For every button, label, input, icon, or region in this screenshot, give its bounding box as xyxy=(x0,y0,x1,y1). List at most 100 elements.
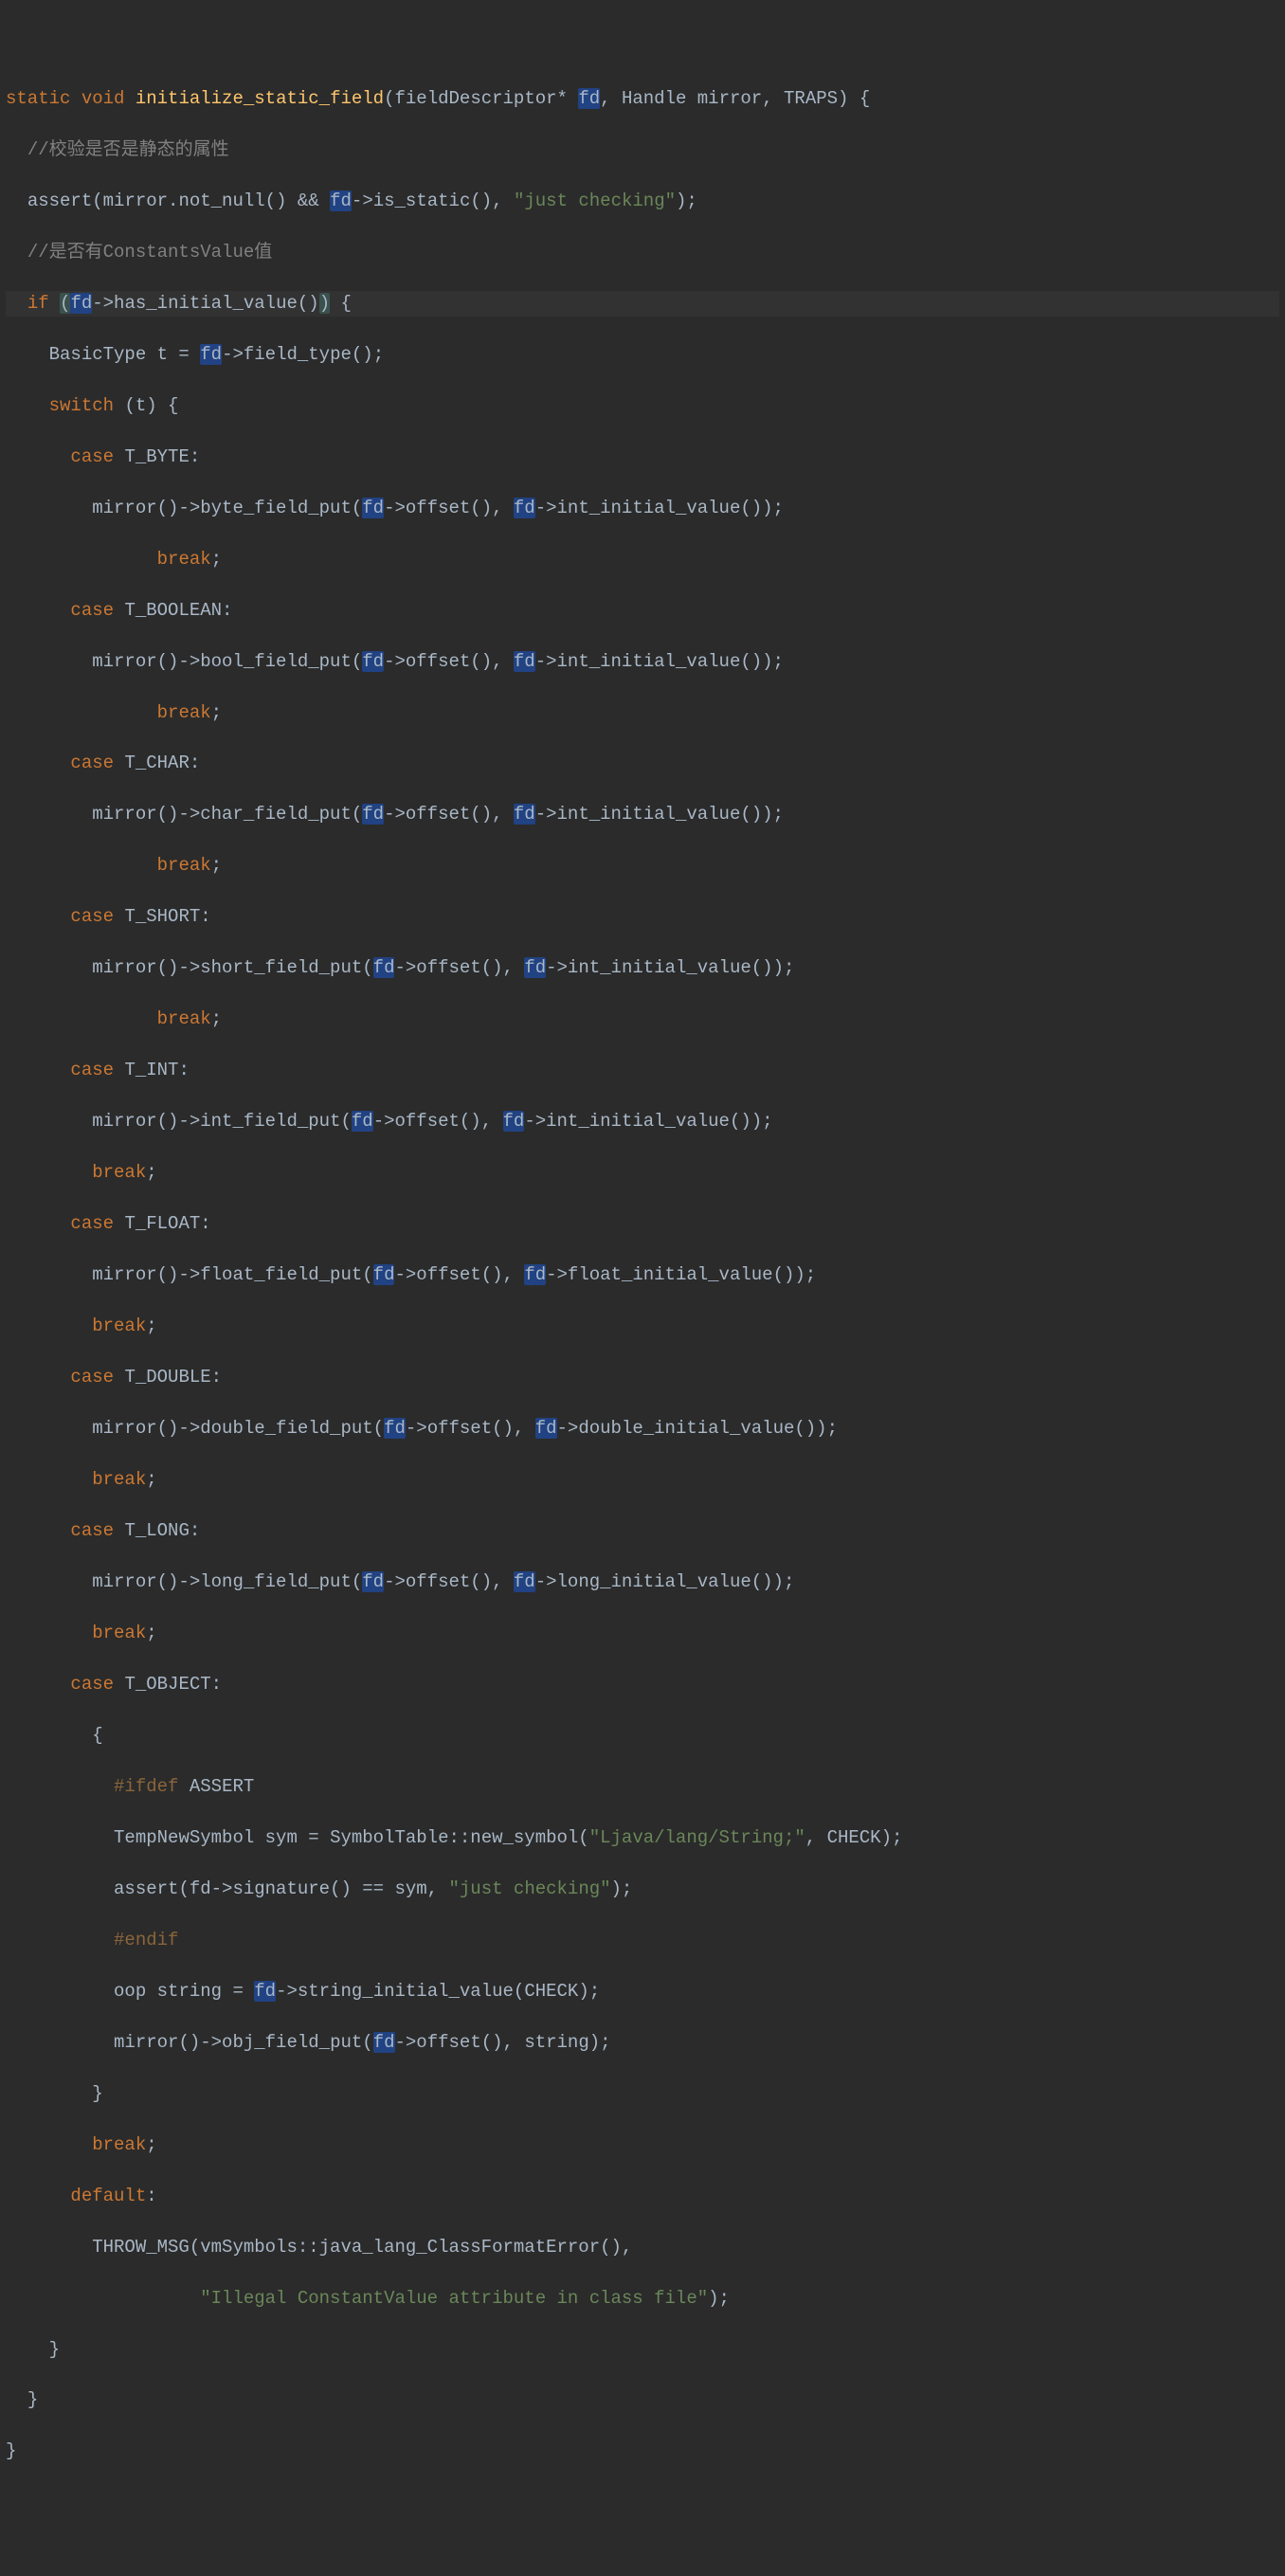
code-line: //是否有ConstantsValue值 xyxy=(6,240,1279,265)
code-line: { xyxy=(6,1723,1279,1749)
preprocessor-endif: #endif xyxy=(114,1930,178,1950)
code-line: } xyxy=(6,2337,1279,2363)
keyword-switch: switch xyxy=(49,395,114,416)
code-line: mirror()->long_field_put(fd->offset(), f… xyxy=(6,1569,1279,1595)
preprocessor-ifdef: #ifdef xyxy=(114,1776,178,1797)
fd-highlight: fd xyxy=(362,804,384,825)
fd-highlight: fd xyxy=(535,1418,557,1439)
string-literal: "just checking" xyxy=(449,1878,611,1899)
code-line: } xyxy=(6,2439,1279,2464)
fd-highlight: fd xyxy=(524,957,546,978)
keyword-break: break xyxy=(92,2134,146,2155)
fd-highlight: fd xyxy=(384,1418,406,1439)
code-line: mirror()->byte_field_put(fd->offset(), f… xyxy=(6,496,1279,521)
code-line: case T_BOOLEAN: xyxy=(6,598,1279,624)
code-line: case T_BYTE: xyxy=(6,444,1279,470)
code-line: break; xyxy=(6,853,1279,879)
code-line: switch (t) { xyxy=(6,393,1279,419)
keyword-case: case xyxy=(70,446,114,467)
code-line: case T_FLOAT: xyxy=(6,1211,1279,1237)
code-line: //校验是否是静态的属性 xyxy=(6,137,1279,163)
code-line: mirror()->short_field_put(fd->offset(), … xyxy=(6,955,1279,981)
function-name: initialize_static_field xyxy=(136,88,384,109)
keyword-case: case xyxy=(70,753,114,773)
code-line: mirror()->int_field_put(fd->offset(), fd… xyxy=(6,1109,1279,1134)
string-literal: "Illegal ConstantValue attribute in clas… xyxy=(200,2288,708,2309)
fd-highlight: fd xyxy=(373,1264,395,1285)
code-line: case T_CHAR: xyxy=(6,751,1279,776)
code-line: case T_DOUBLE: xyxy=(6,1365,1279,1390)
fd-highlight: fd xyxy=(254,1981,276,2002)
code-line: #ifdef ASSERT xyxy=(6,1774,1279,1800)
code-line-cursor: if (fd->has_initial_value()) { xyxy=(6,291,1279,317)
comment: //是否有ConstantsValue值 xyxy=(27,242,272,263)
paren-highlight-icon: ) xyxy=(319,293,330,314)
keyword-break: break xyxy=(157,549,211,570)
string-literal: "just checking" xyxy=(514,190,676,211)
code-line: BasicType t = fd->field_type(); xyxy=(6,342,1279,368)
fd-highlight: fd xyxy=(524,1264,546,1285)
fd-highlight: fd xyxy=(514,804,535,825)
comment: //校验是否是静态的属性 xyxy=(27,139,229,160)
fd-highlight: fd xyxy=(362,1571,384,1592)
code-line: assert(mirror.not_null() && fd->is_stati… xyxy=(6,189,1279,214)
keyword-static: static xyxy=(6,88,70,109)
code-line: break; xyxy=(6,1467,1279,1493)
code-line: case T_OBJECT: xyxy=(6,1672,1279,1697)
code-line: } xyxy=(6,2387,1279,2413)
code-line: TempNewSymbol sym = SymbolTable::new_sym… xyxy=(6,1825,1279,1851)
code-line: break; xyxy=(6,700,1279,726)
fd-highlight: fd xyxy=(373,957,395,978)
fd-highlight: fd xyxy=(70,293,92,314)
keyword-break: break xyxy=(157,855,211,876)
code-line: break; xyxy=(6,1007,1279,1032)
code-line: default: xyxy=(6,2184,1279,2209)
fd-highlight: fd xyxy=(503,1111,525,1132)
code-line: #endif xyxy=(6,1928,1279,1953)
code-line: break; xyxy=(6,1621,1279,1646)
code-line: break; xyxy=(6,547,1279,572)
keyword-break: break xyxy=(92,1623,146,1643)
keyword-case: case xyxy=(70,1060,114,1080)
keyword-if: if xyxy=(27,293,49,314)
code-line: assert(fd->signature() == sym, "just che… xyxy=(6,1877,1279,1902)
keyword-case: case xyxy=(70,1367,114,1388)
paren-highlight-icon: ( xyxy=(60,293,70,314)
code-line: static void initialize_static_field(fiel… xyxy=(6,86,1279,112)
keyword-break: break xyxy=(157,702,211,723)
code-line: break; xyxy=(6,2132,1279,2158)
code-line: mirror()->double_field_put(fd->offset(),… xyxy=(6,1416,1279,1442)
keyword-break: break xyxy=(92,1315,146,1336)
fd-highlight: fd xyxy=(514,1571,535,1592)
keyword-case: case xyxy=(70,600,114,621)
code-line: case T_LONG: xyxy=(6,1518,1279,1544)
keyword-case: case xyxy=(70,1674,114,1695)
fd-highlight: fd xyxy=(362,498,384,518)
code-line: } xyxy=(6,2081,1279,2107)
fd-highlight: fd xyxy=(352,1111,373,1132)
fd-highlight: fd xyxy=(514,498,535,518)
keyword-break: break xyxy=(92,1469,146,1490)
fd-highlight: fd xyxy=(200,344,222,365)
code-line: break; xyxy=(6,1160,1279,1186)
string-literal: "Ljava/lang/String;" xyxy=(589,1827,805,1848)
fd-highlight: fd xyxy=(330,190,352,211)
code-line: mirror()->obj_field_put(fd->offset(), st… xyxy=(6,2030,1279,2056)
code-line: "Illegal ConstantValue attribute in clas… xyxy=(6,2286,1279,2312)
fd-highlight: fd xyxy=(362,651,384,672)
code-line: mirror()->float_field_put(fd->offset(), … xyxy=(6,1262,1279,1288)
keyword-break: break xyxy=(157,1008,211,1029)
fd-highlight: fd xyxy=(514,651,535,672)
code-line: case T_SHORT: xyxy=(6,904,1279,930)
keyword-break: break xyxy=(92,1162,146,1183)
param-type: fieldDescriptor* xyxy=(395,88,568,109)
keyword-case: case xyxy=(70,906,114,927)
fd-highlight: fd xyxy=(373,2032,395,2053)
code-line: mirror()->char_field_put(fd->offset(), f… xyxy=(6,802,1279,827)
keyword-default: default xyxy=(70,2186,146,2206)
param-fd-highlight: fd xyxy=(578,88,600,109)
code-line: oop string = fd->string_initial_value(CH… xyxy=(6,1979,1279,2005)
code-line: mirror()->bool_field_put(fd->offset(), f… xyxy=(6,649,1279,675)
keyword-void: void xyxy=(81,88,125,109)
code-line: break; xyxy=(6,1314,1279,1339)
